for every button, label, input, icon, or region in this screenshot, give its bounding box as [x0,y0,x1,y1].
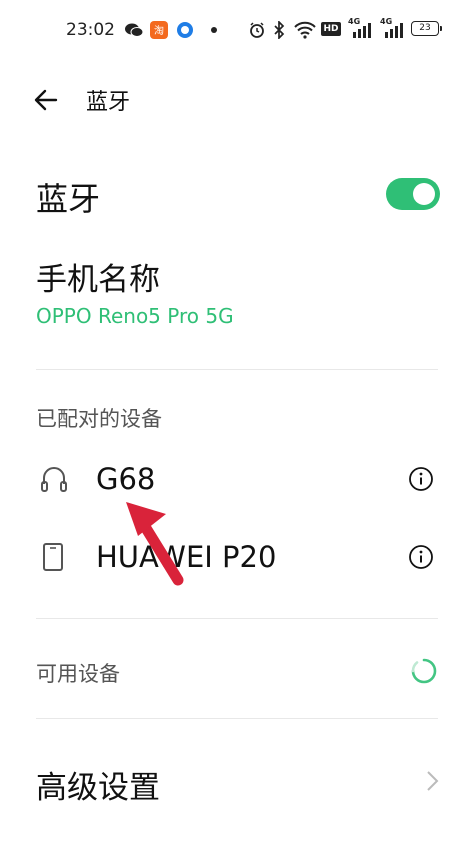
notification-dot-icon [210,22,218,38]
device-name: G68 [96,462,156,496]
phone-name-label[interactable]: 手机名称 [36,254,160,299]
page-title: 蓝牙 [86,90,131,115]
signal-2-icon [384,22,406,38]
battery-indicator: 23 [411,21,442,36]
advanced-settings-label[interactable]: 高级设置 [36,762,160,807]
divider [36,369,438,370]
divider [36,618,438,619]
paired-device-row-g68[interactable]: G68 [0,452,475,510]
bluetooth-toggle[interactable] [386,178,440,210]
available-devices-header: 可用设备 [36,662,120,686]
wechat-icon [124,22,144,38]
phone-icon [42,542,64,572]
status-time: 23:02 [66,20,115,40]
annotation-arrow-icon [118,498,198,590]
loading-spinner-icon [410,657,438,685]
bluetooth-label: 蓝牙 [36,180,101,218]
info-icon[interactable] [408,466,434,492]
paired-devices-header: 已配对的设备 [36,407,162,431]
wifi-icon [294,21,316,39]
info-icon[interactable] [408,544,434,570]
paired-device-row-huawei[interactable]: HUAWEI P20 [0,530,475,588]
hd-badge: HD [321,22,341,36]
signal-1-icon [352,22,374,38]
back-arrow-icon[interactable] [32,86,60,114]
alarm-icon [248,22,266,38]
taobao-icon: 淘 [150,21,168,39]
bluetooth-status-icon [272,21,286,39]
headset-icon [40,464,68,494]
divider [36,718,438,719]
svg-text:淘: 淘 [154,24,164,37]
browser-icon [176,22,194,38]
toggle-knob [413,183,435,205]
phone-name-value[interactable]: OPPO Reno5 Pro 5G [36,304,234,328]
chevron-right-icon[interactable] [424,768,440,794]
